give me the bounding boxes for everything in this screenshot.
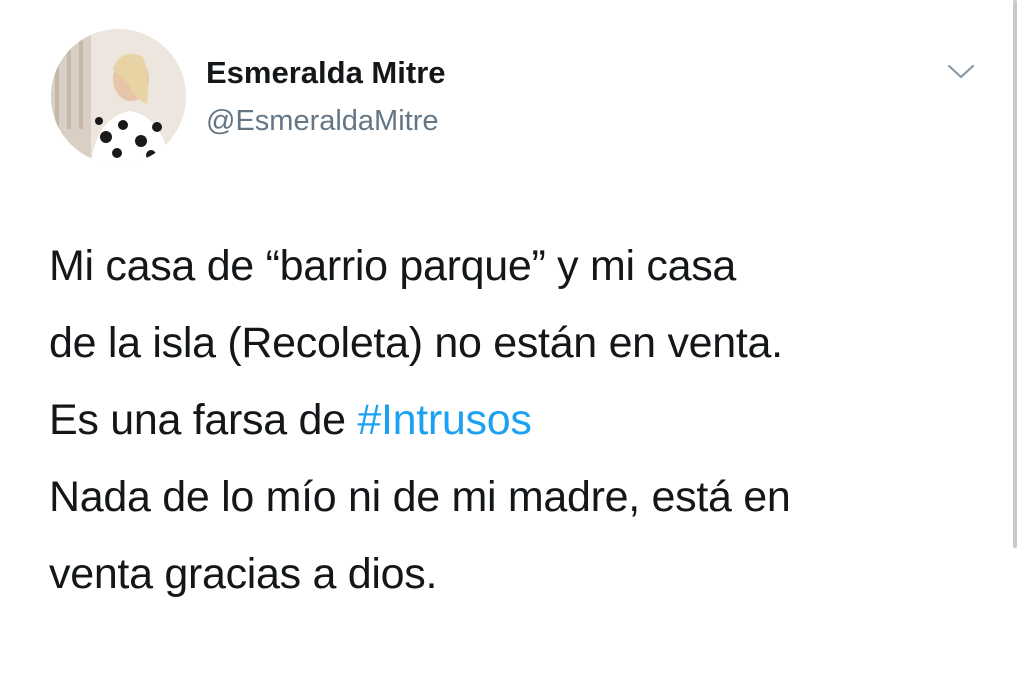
- author-handle[interactable]: @EsmeraldaMitre: [206, 101, 446, 141]
- tweet-text-line: venta gracias a dios.: [49, 550, 438, 598]
- author-block: Esmeralda Mitre @EsmeraldaMitre: [206, 53, 446, 141]
- chevron-down-icon[interactable]: [946, 60, 976, 84]
- tweet-text-line: Mi casa de “barrio parque” y mi casa: [49, 242, 737, 290]
- scrollbar[interactable]: [1013, 0, 1017, 548]
- hashtag-link[interactable]: #Intrusos: [357, 396, 531, 444]
- tweet-text-line: de la isla (Recoleta) no están en venta.: [49, 319, 783, 367]
- author-display-name[interactable]: Esmeralda Mitre: [206, 53, 446, 93]
- tweet-text: Mi casa de “barrio parque” y mi casa de …: [49, 228, 989, 613]
- tweet-text-segment: Es una farsa de: [49, 396, 358, 444]
- tweet-text-line: Nada de lo mío ni de mi madre, está en: [49, 473, 791, 521]
- tweet-card: Esmeralda Mitre @EsmeraldaMitre Mi casa …: [0, 0, 1024, 675]
- tweet-text-line: Es una farsa de #Intrusos: [49, 382, 989, 459]
- avatar[interactable]: [51, 29, 186, 164]
